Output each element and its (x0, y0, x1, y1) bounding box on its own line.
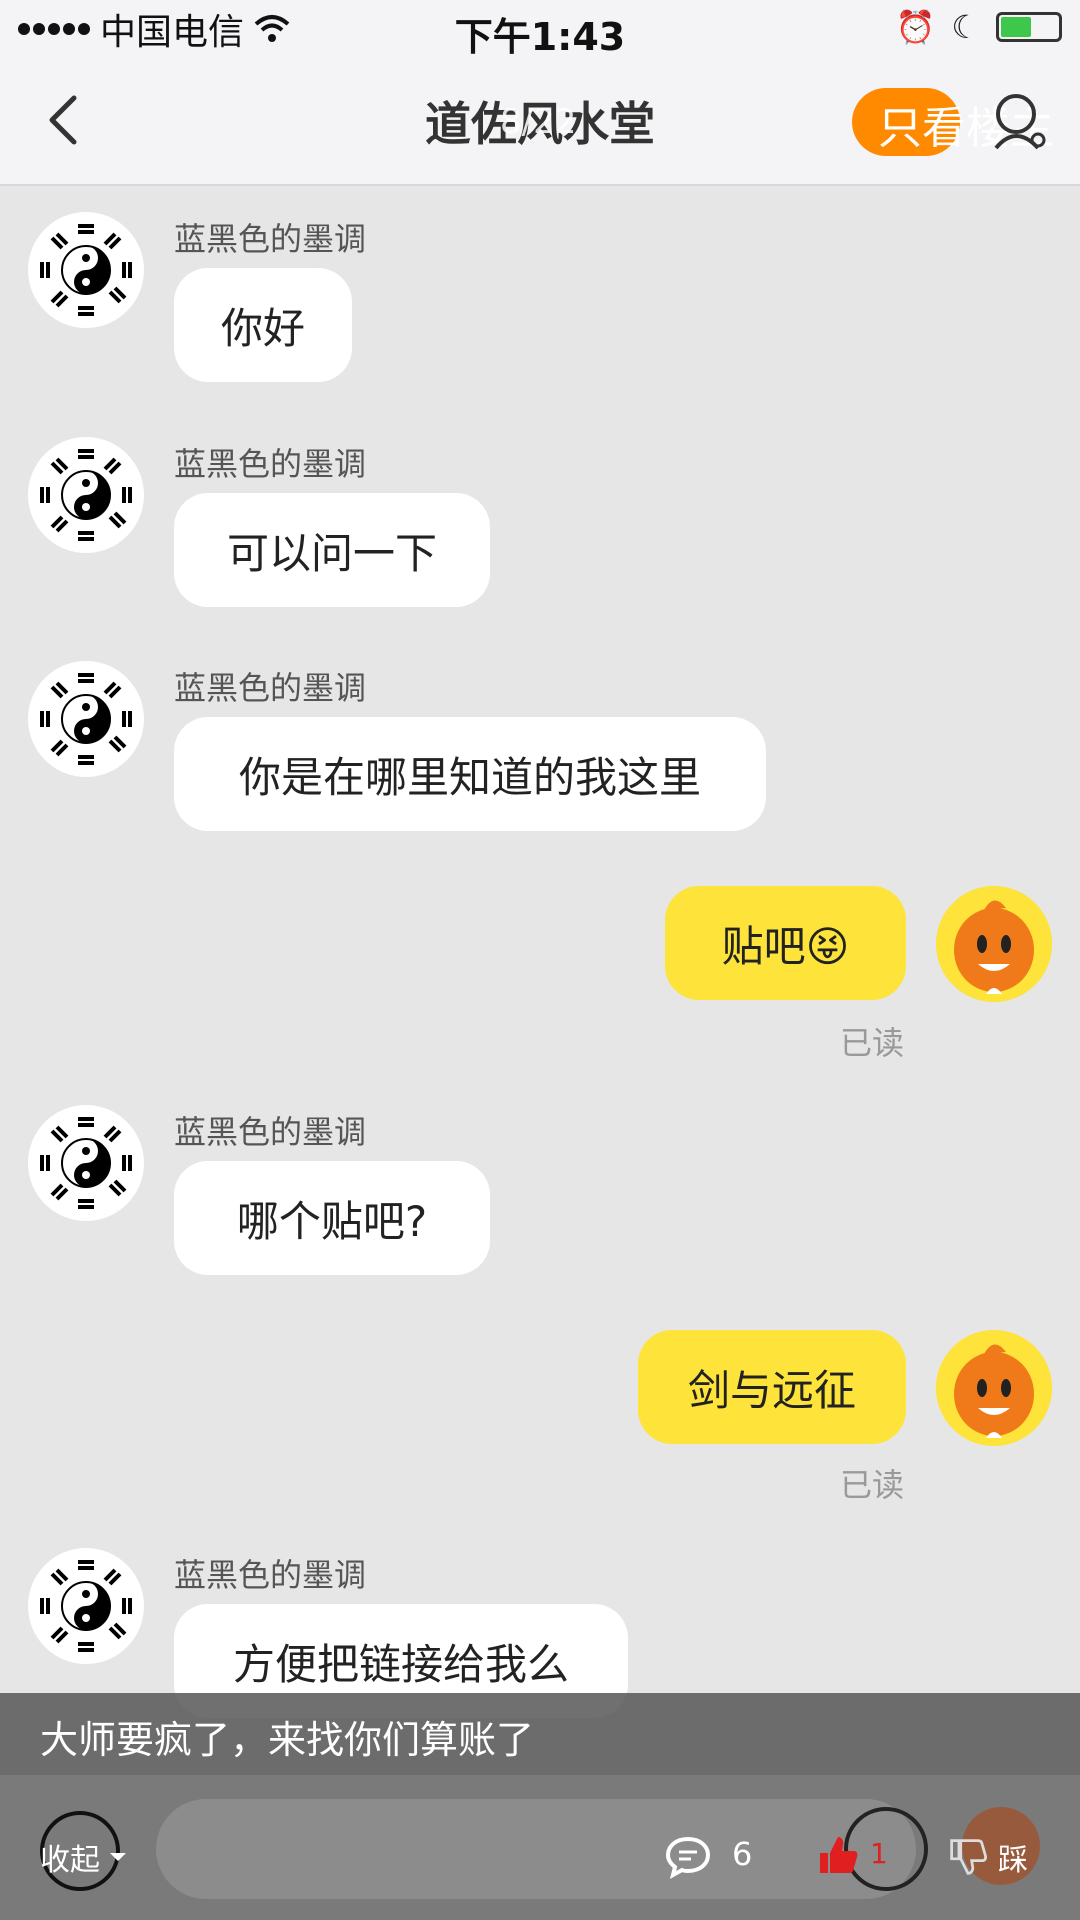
message-bubble[interactable]: 可以问一下 (174, 493, 490, 607)
yin-yang-icon (30, 663, 142, 775)
caption-overlay: 大师要疯了，来找你们算账了 (0, 1693, 1080, 1775)
avatar[interactable] (28, 437, 144, 553)
nav-bar: 道佐风水堂 8/22 只看楼主 (0, 58, 1080, 186)
avatar-self[interactable] (936, 1330, 1052, 1446)
sender-name: 蓝黑色的墨调 (174, 220, 367, 258)
read-status: 已读 (840, 1024, 905, 1062)
avatar[interactable] (28, 212, 144, 328)
message-bubble[interactable]: 你好 (174, 268, 352, 382)
thumbs-down-icon[interactable] (948, 1837, 988, 1877)
caret-down-icon (110, 1853, 126, 1861)
yin-yang-icon (30, 214, 142, 326)
thumbs-up-icon[interactable] (816, 1833, 860, 1877)
orange-mascot-icon (936, 1330, 1052, 1446)
sender-name: 蓝黑色的墨调 (174, 1113, 367, 1151)
message-bubble[interactable]: 你是在哪里知道的我这里 (174, 717, 766, 831)
sender-name: 蓝黑色的墨调 (174, 669, 367, 707)
dislike-label: 踩 (998, 1843, 1028, 1878)
message-bubble-self[interactable]: 贴吧😝 (665, 886, 906, 1000)
collapse-button[interactable]: 收起 (40, 1835, 128, 1879)
avatar[interactable] (28, 1105, 144, 1221)
sender-name: 蓝黑色的墨调 (174, 445, 367, 483)
avatar[interactable] (28, 1548, 144, 1664)
collapse-label: 收起 (40, 1843, 100, 1878)
avatar-self[interactable] (936, 886, 1052, 1002)
orange-mascot-icon (936, 886, 1052, 1002)
page-indicator: 8/22 (500, 102, 577, 142)
status-bar: 中国电信 下午1:43 ⏰ ☾ (0, 0, 1080, 59)
read-status: 已读 (840, 1466, 905, 1504)
comment-icon[interactable] (664, 1835, 712, 1879)
comment-count: 6 (732, 1835, 753, 1873)
battery-icon (996, 12, 1062, 42)
input-field[interactable] (156, 1799, 916, 1899)
sender-name: 蓝黑色的墨调 (174, 1556, 367, 1594)
bottom-bar: 收起 6 1 踩 (0, 1775, 1080, 1920)
yin-yang-icon (30, 1107, 142, 1219)
like-count: 1 (870, 1837, 888, 1870)
status-right: ⏰ ☾ (895, 8, 1062, 46)
caption-text: 大师要疯了，来找你们算账了 (40, 1718, 535, 1762)
avatar[interactable] (28, 661, 144, 777)
search-settings-icon[interactable] (992, 90, 1048, 150)
moon-icon: ☾ (951, 8, 980, 46)
message-bubble[interactable]: 哪个贴吧? (174, 1161, 490, 1275)
yin-yang-icon (30, 439, 142, 551)
alarm-icon: ⏰ (895, 8, 936, 46)
message-bubble-self[interactable]: 剑与远征 (638, 1330, 906, 1444)
yin-yang-icon (30, 1550, 142, 1662)
